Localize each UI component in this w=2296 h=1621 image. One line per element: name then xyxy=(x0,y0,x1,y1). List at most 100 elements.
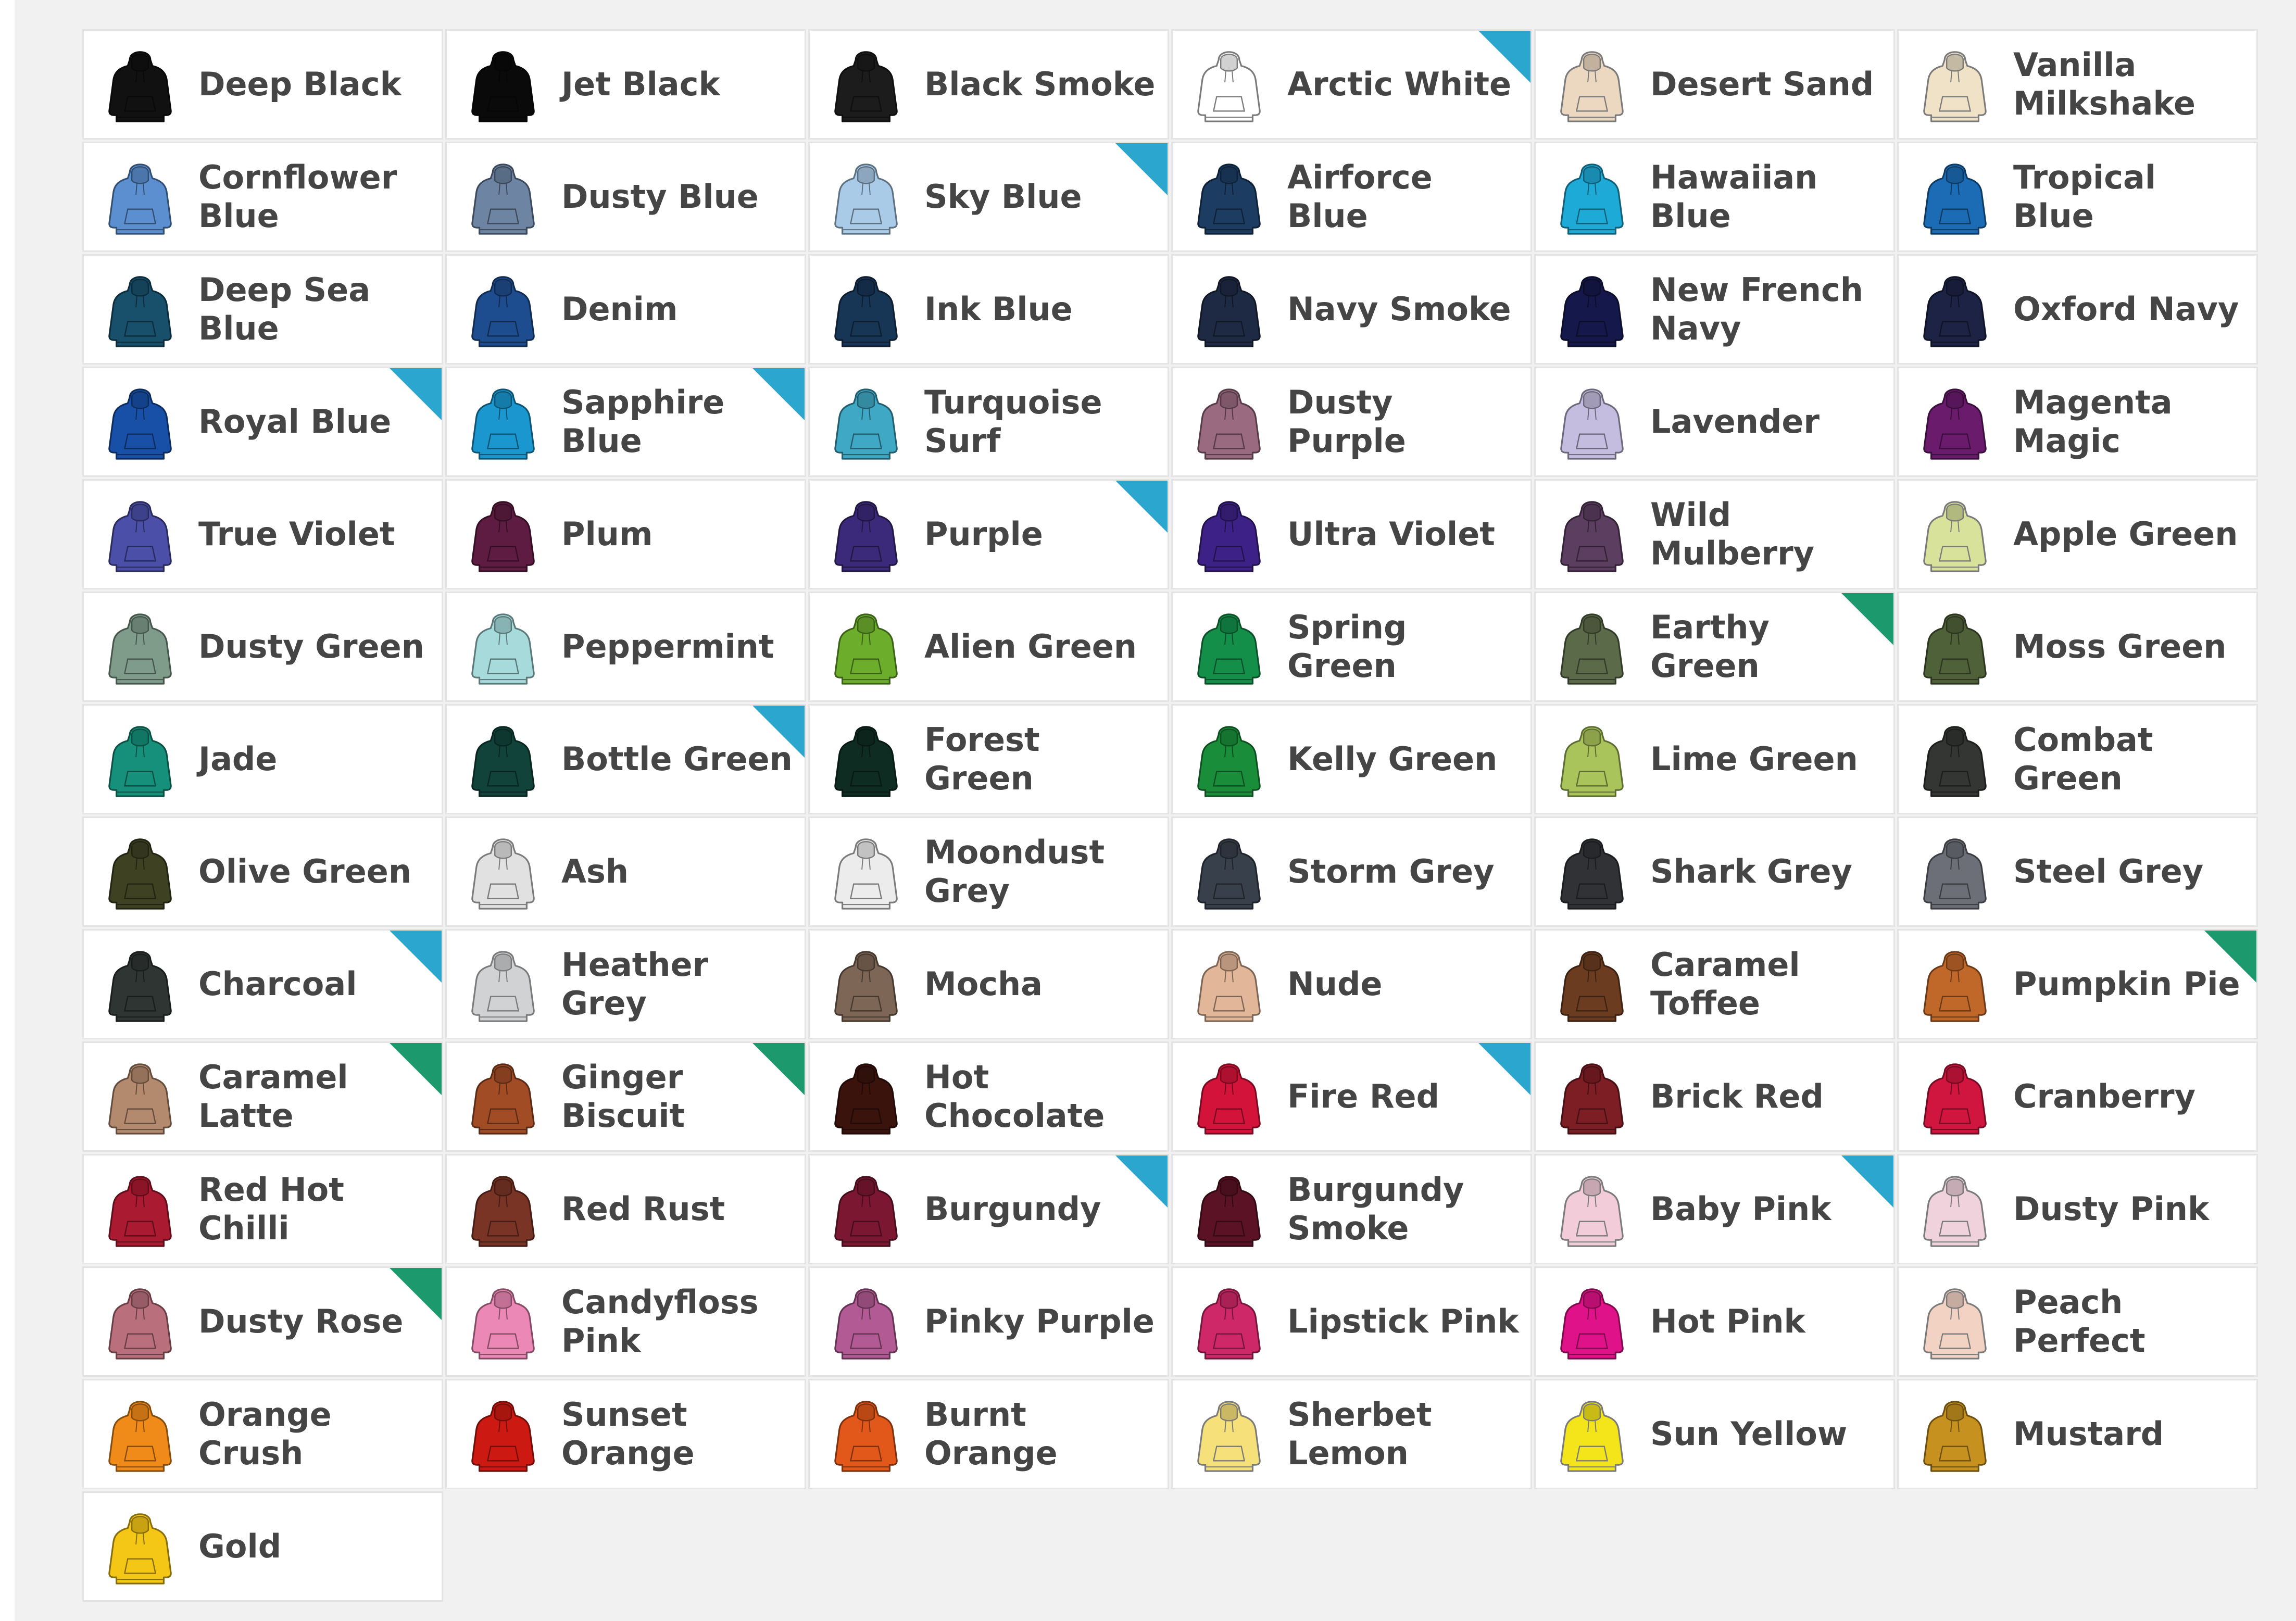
colour-option[interactable]: Spring Green xyxy=(1171,592,1532,702)
colour-option[interactable]: Nude xyxy=(1171,929,1532,1039)
colour-option[interactable]: Hawaiian Blue xyxy=(1534,142,1895,252)
colour-option-label: Mustard xyxy=(2013,1415,2164,1453)
colour-option[interactable]: Denim xyxy=(445,254,806,365)
colour-option[interactable]: Arctic White xyxy=(1171,29,1532,140)
colour-option-label: Airforce Blue xyxy=(1287,158,1433,235)
colour-option-label: Olive Green xyxy=(198,852,411,890)
hoodie-icon xyxy=(1923,164,1987,235)
colour-option[interactable]: Dusty Green xyxy=(82,592,443,702)
colour-option[interactable]: Jade xyxy=(82,704,443,814)
colour-option[interactable]: Plum xyxy=(445,479,806,589)
colour-option[interactable]: Desert Sand xyxy=(1534,29,1895,140)
colour-option[interactable]: Lime Green xyxy=(1534,704,1895,814)
colour-option-label: Kelly Green xyxy=(1287,740,1498,778)
colour-option[interactable]: Sherbet Lemon xyxy=(1171,1379,1532,1489)
colour-option[interactable]: Olive Green xyxy=(82,816,443,927)
colour-option[interactable]: Moondust Grey xyxy=(808,816,1169,927)
colour-option[interactable]: Caramel Latte xyxy=(82,1041,443,1152)
colour-option[interactable]: Ultra Violet xyxy=(1171,479,1532,589)
colour-option[interactable]: Dusty Rose xyxy=(82,1266,443,1377)
colour-option[interactable]: Hot Chocolate xyxy=(808,1041,1169,1152)
colour-option[interactable]: Forest Green xyxy=(808,704,1169,814)
colour-option[interactable]: Shark Grey xyxy=(1534,816,1895,927)
colour-option[interactable]: Caramel Toffee xyxy=(1534,929,1895,1039)
colour-option-label: Pumpkin Pie xyxy=(2013,965,2240,1003)
hoodie-icon xyxy=(471,501,535,572)
colour-option[interactable]: Dusty Pink xyxy=(1897,1154,2258,1264)
colour-option[interactable]: Lavender xyxy=(1534,367,1895,477)
colour-option[interactable]: Sapphire Blue xyxy=(445,367,806,477)
hoodie-icon xyxy=(1197,726,1261,797)
colour-option[interactable]: Tropical Blue xyxy=(1897,142,2258,252)
colour-option[interactable]: Sky Blue xyxy=(808,142,1169,252)
colour-option[interactable]: Ginger Biscuit xyxy=(445,1041,806,1152)
hoodie-icon xyxy=(1923,726,1987,797)
colour-option[interactable]: Airforce Blue xyxy=(1171,142,1532,252)
colour-option[interactable]: Gold xyxy=(82,1491,443,1602)
colour-option-label: Apple Green xyxy=(2013,515,2238,553)
colour-option[interactable]: Pumpkin Pie xyxy=(1897,929,2258,1039)
colour-option[interactable]: Purple xyxy=(808,479,1169,589)
colour-option[interactable]: New French Navy xyxy=(1534,254,1895,365)
colour-option[interactable]: Combat Green xyxy=(1897,704,2258,814)
colour-option[interactable]: Vanilla Milkshake xyxy=(1897,29,2258,140)
page-background: Deep Black Jet Black Black Smoke Arctic Whi… xyxy=(15,0,2296,1621)
colour-option[interactable]: Jet Black xyxy=(445,29,806,140)
colour-option[interactable]: Fire Red xyxy=(1171,1041,1532,1152)
colour-option[interactable]: Lipstick Pink xyxy=(1171,1266,1532,1377)
colour-option[interactable]: Sun Yellow xyxy=(1534,1379,1895,1489)
colour-option-label: Shark Grey xyxy=(1650,852,1852,890)
colour-option[interactable]: True Violet xyxy=(82,479,443,589)
colour-option[interactable]: Ash xyxy=(445,816,806,927)
colour-option-label: Ash xyxy=(561,852,629,890)
colour-option[interactable]: Navy Smoke xyxy=(1171,254,1532,365)
colour-option[interactable]: Orange Crush xyxy=(82,1379,443,1489)
colour-option[interactable]: Bottle Green xyxy=(445,704,806,814)
colour-option-label: Peppermint xyxy=(561,627,774,665)
colour-option[interactable]: Cornflower Blue xyxy=(82,142,443,252)
colour-option[interactable]: Deep Sea Blue xyxy=(82,254,443,365)
colour-option[interactable]: Heather Grey xyxy=(445,929,806,1039)
colour-option-label: Brick Red xyxy=(1650,1077,1824,1115)
colour-option[interactable]: Oxford Navy xyxy=(1897,254,2258,365)
colour-option[interactable]: Royal Blue xyxy=(82,367,443,477)
colour-option[interactable]: Sunset Orange xyxy=(445,1379,806,1489)
colour-option[interactable]: Burgundy Smoke xyxy=(1171,1154,1532,1264)
colour-option[interactable]: Magenta Magic xyxy=(1897,367,2258,477)
colour-option[interactable]: Peach Perfect xyxy=(1897,1266,2258,1377)
hoodie-icon xyxy=(471,613,535,685)
colour-option[interactable]: Wild Mulberry xyxy=(1534,479,1895,589)
colour-option[interactable]: Red Hot Chilli xyxy=(82,1154,443,1264)
colour-option[interactable]: Mocha xyxy=(808,929,1169,1039)
colour-option[interactable]: Black Smoke xyxy=(808,29,1169,140)
colour-option[interactable]: Pinky Purple xyxy=(808,1266,1169,1377)
colour-option[interactable]: Dusty Blue xyxy=(445,142,806,252)
colour-option[interactable]: Peppermint xyxy=(445,592,806,702)
hoodie-icon xyxy=(1560,1063,1624,1135)
colour-option[interactable]: Alien Green xyxy=(808,592,1169,702)
colour-option[interactable]: Ink Blue xyxy=(808,254,1169,365)
hoodie-icon xyxy=(1560,388,1624,460)
colour-option[interactable]: Mustard xyxy=(1897,1379,2258,1489)
colour-option[interactable]: Hot Pink xyxy=(1534,1266,1895,1377)
colour-option[interactable]: Storm Grey xyxy=(1171,816,1532,927)
blue-corner-badge xyxy=(1115,1155,1168,1208)
colour-option[interactable]: Steel Grey xyxy=(1897,816,2258,927)
colour-option[interactable]: Candyfloss Pink xyxy=(445,1266,806,1377)
colour-option[interactable]: Charcoal xyxy=(82,929,443,1039)
colour-option[interactable]: Burnt Orange xyxy=(808,1379,1169,1489)
colour-option[interactable]: Brick Red xyxy=(1534,1041,1895,1152)
hoodie-icon xyxy=(471,1176,535,1247)
colour-option[interactable]: Kelly Green xyxy=(1171,704,1532,814)
colour-option[interactable]: Turquoise Surf xyxy=(808,367,1169,477)
colour-option[interactable]: Baby Pink xyxy=(1534,1154,1895,1264)
colour-option[interactable]: Earthy Green xyxy=(1534,592,1895,702)
colour-option[interactable]: Moss Green xyxy=(1897,592,2258,702)
hoodie-icon xyxy=(1197,1401,1261,1472)
colour-option[interactable]: Burgundy xyxy=(808,1154,1169,1264)
colour-option[interactable]: Deep Black xyxy=(82,29,443,140)
colour-option[interactable]: Cranberry xyxy=(1897,1041,2258,1152)
colour-option[interactable]: Apple Green xyxy=(1897,479,2258,589)
colour-option[interactable]: Dusty Purple xyxy=(1171,367,1532,477)
colour-option[interactable]: Red Rust xyxy=(445,1154,806,1264)
